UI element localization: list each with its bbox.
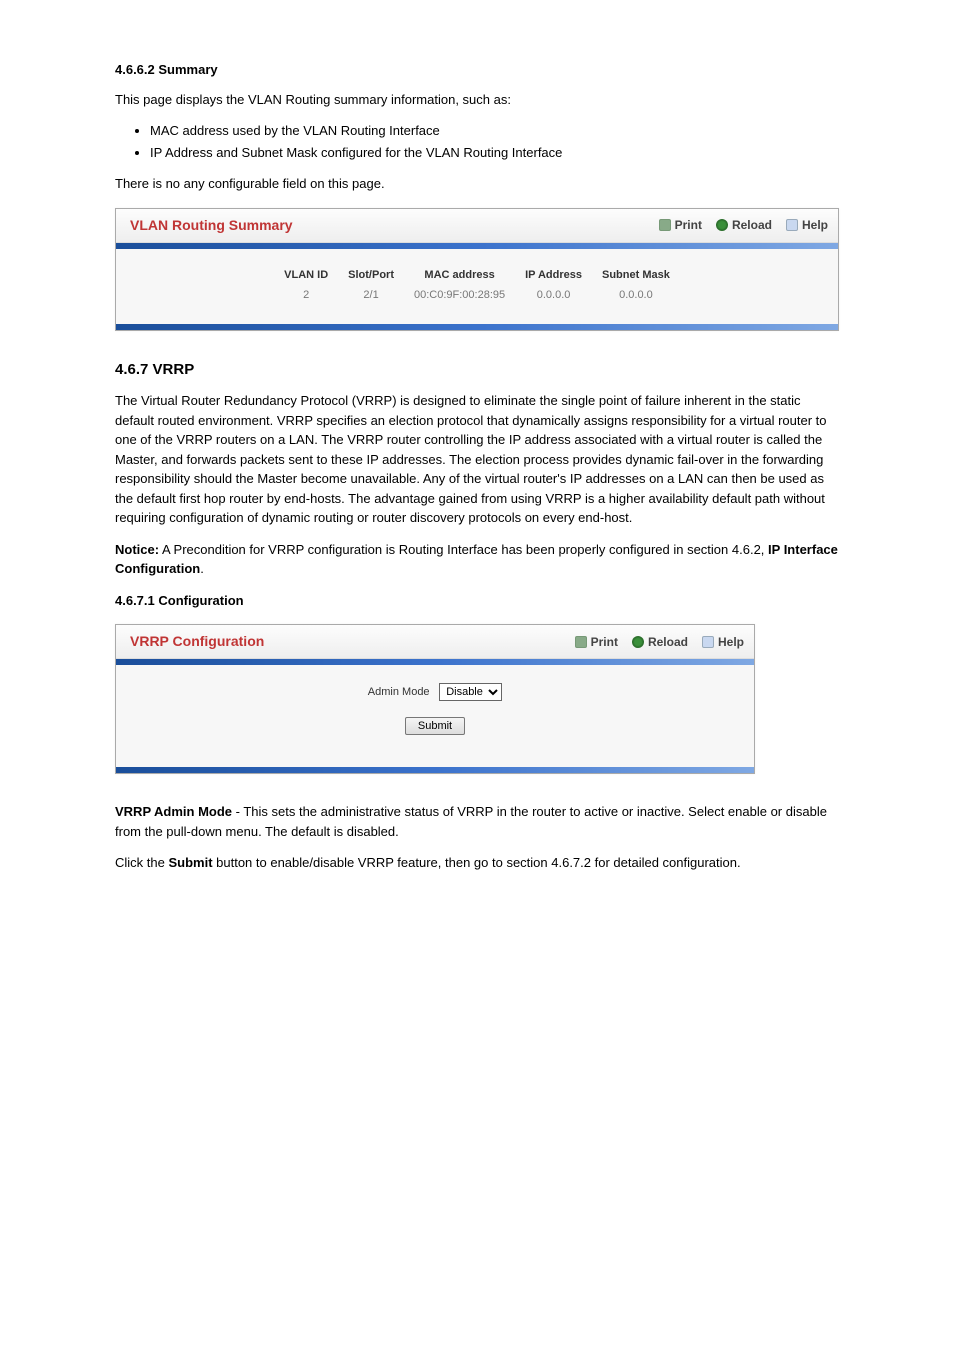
inst-a: Click the (115, 855, 168, 870)
blue-footer (116, 767, 754, 773)
reload-button[interactable]: Reload (716, 216, 772, 234)
blue-footer (116, 324, 838, 330)
panel-title: VLAN Routing Summary (130, 215, 659, 236)
col-vlan-id: VLAN ID (274, 265, 338, 286)
list-item: MAC address used by the VLAN Routing Int… (150, 121, 839, 141)
inst-b: Submit (168, 855, 212, 870)
print-label: Print (591, 633, 618, 651)
admin-mode-label: Admin Mode (368, 686, 430, 698)
notice-tail: . (200, 561, 204, 576)
print-button[interactable]: Print (575, 633, 618, 651)
admin-mode-select[interactable]: Disable (439, 683, 502, 701)
help-icon (786, 219, 798, 231)
list-item: IP Address and Subnet Mask configured fo… (150, 143, 839, 163)
reload-icon (716, 219, 728, 231)
cell-ip: 0.0.0.0 (515, 285, 592, 306)
print-icon (575, 636, 587, 648)
help-button[interactable]: Help (786, 216, 828, 234)
section-4-6-7-1-heading: 4.6.7.1 Configuration (115, 591, 839, 611)
table-header-row: VLAN ID Slot/Port MAC address IP Address… (274, 265, 680, 286)
print-icon (659, 219, 671, 231)
help-icon (702, 636, 714, 648)
vlan-routing-table: VLAN ID Slot/Port MAC address IP Address… (274, 265, 680, 306)
cell-vlan-id: 2 (274, 285, 338, 306)
noconfig-text: There is no any configurable field on th… (115, 174, 839, 194)
vrrp-configuration-screenshot: VRRP Configuration Print Reload Help Adm… (115, 624, 755, 774)
section-4-6-7-heading: 4.6.7 VRRP (115, 359, 839, 382)
col-mac: MAC address (404, 265, 515, 286)
panel-body: VLAN ID Slot/Port MAC address IP Address… (116, 249, 838, 324)
table-row: 2 2/1 00:C0:9F:00:28:95 0.0.0.0 0.0.0.0 (274, 285, 680, 306)
inst-c: button to enable/disable VRRP feature, t… (213, 855, 741, 870)
panel-header: VLAN Routing Summary Print Reload Help (116, 209, 838, 243)
vrrp-description: The Virtual Router Redundancy Protocol (… (115, 391, 839, 528)
panel-title: VRRP Configuration (130, 631, 575, 652)
cell-mac: 00:C0:9F:00:28:95 (404, 285, 515, 306)
notice-lead: Notice: (115, 542, 159, 557)
submit-button[interactable]: Submit (405, 717, 465, 735)
panel-header: VRRP Configuration Print Reload Help (116, 625, 754, 659)
panel-actions: Print Reload Help (659, 216, 828, 234)
col-slot-port: Slot/Port (338, 265, 404, 286)
help-label: Help (718, 633, 744, 651)
vlan-routing-summary-screenshot: VLAN Routing Summary Print Reload Help V… (115, 208, 839, 331)
bullet-list: MAC address used by the VLAN Routing Int… (150, 121, 839, 162)
cell-slot-port: 2/1 (338, 285, 404, 306)
vrrp-admin-mode-lead: VRRP Admin Mode (115, 804, 236, 819)
print-button[interactable]: Print (659, 216, 702, 234)
vrrp-admin-mode-desc: VRRP Admin Mode - This sets the administ… (115, 802, 839, 841)
section-intro: This page displays the VLAN Routing summ… (115, 90, 839, 110)
help-label: Help (802, 216, 828, 234)
section-4-6-6-2-heading: 4.6.6.2 Summary (115, 60, 839, 80)
col-subnet: Subnet Mask (592, 265, 680, 286)
print-label: Print (675, 216, 702, 234)
panel-body: Admin Mode Disable Submit (116, 665, 754, 767)
vrrp-submit-instruction: Click the Submit button to enable/disabl… (115, 853, 839, 873)
notice-body: A Precondition for VRRP configuration is… (159, 542, 768, 557)
cell-subnet: 0.0.0.0 (592, 285, 680, 306)
col-ip: IP Address (515, 265, 592, 286)
help-button[interactable]: Help (702, 633, 744, 651)
vrrp-notice: Notice: A Precondition for VRRP configur… (115, 540, 839, 579)
reload-icon (632, 636, 644, 648)
panel-actions: Print Reload Help (575, 633, 744, 651)
reload-button[interactable]: Reload (632, 633, 688, 651)
reload-label: Reload (732, 216, 772, 234)
reload-label: Reload (648, 633, 688, 651)
